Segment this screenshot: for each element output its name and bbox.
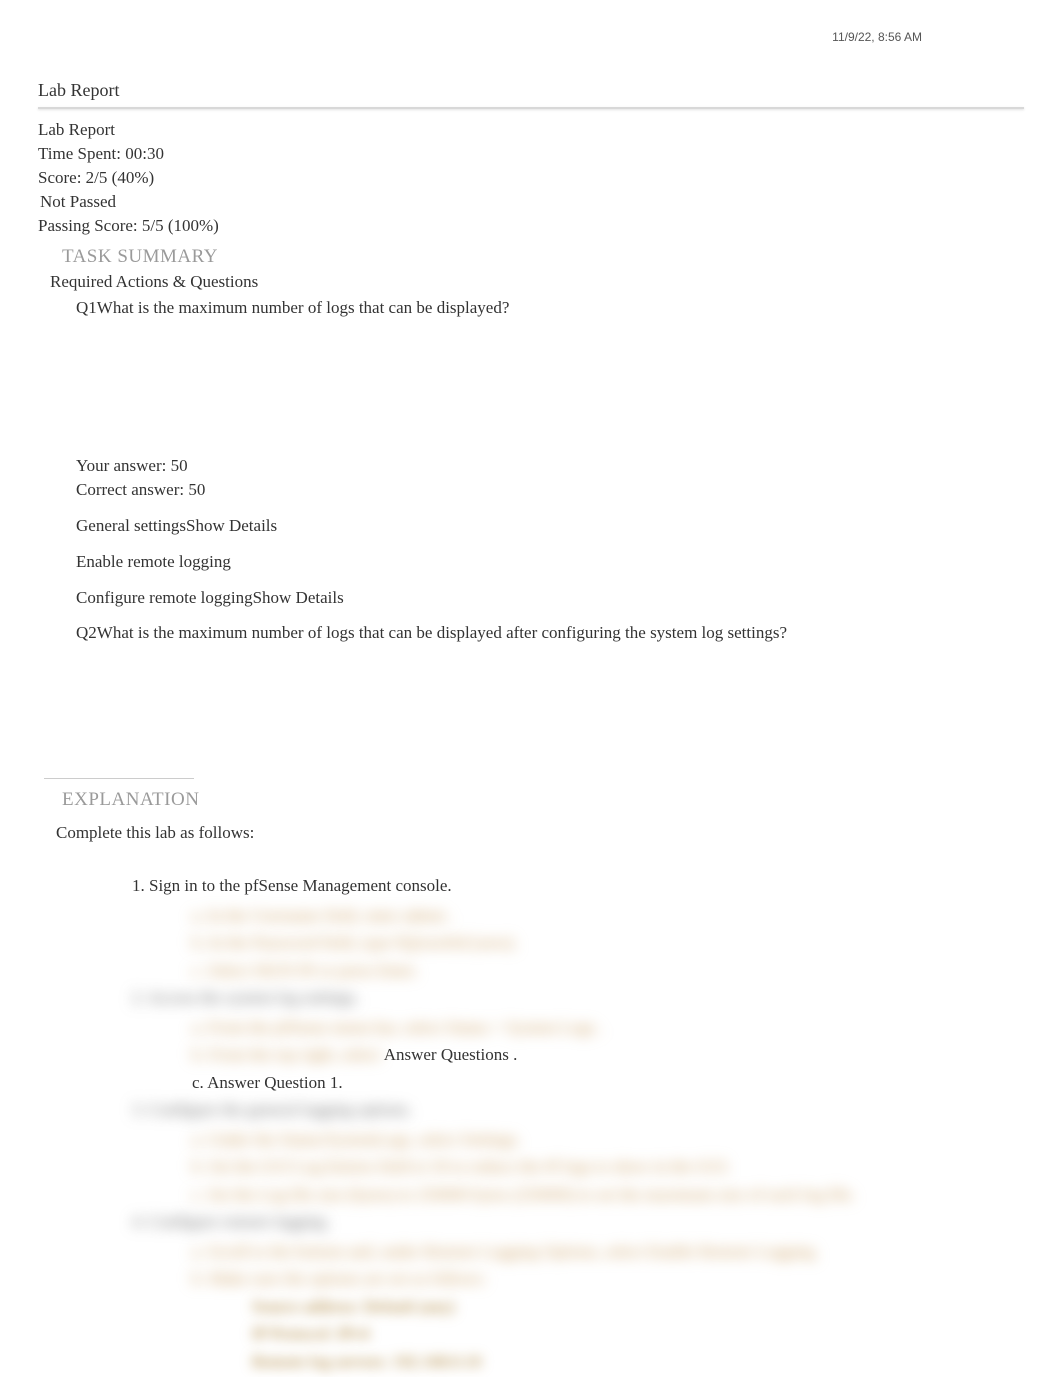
explanation-header: EXPLANATION (62, 789, 1024, 811)
header-block: Lab Report Time Spent: 00:30 Score: 2/5 … (38, 119, 1024, 238)
task-summary-header: TASK SUMMARY (62, 246, 1024, 268)
step-4: 4. Configure remote logging. (132, 1209, 1024, 1235)
step-1: 1. Sign in to the pfSense Management con… (132, 873, 1024, 899)
q2-label: Q2 (76, 623, 97, 642)
step-4b1: Source address: Default (any) (252, 1294, 1024, 1320)
q1-correct-answer: Correct answer: 50 (76, 478, 1024, 502)
q2-text: What is the maximum number of logs that … (97, 623, 787, 642)
explanation-intro: Complete this lab as follows: (56, 823, 1024, 843)
q1-answers: Your answer: 50 Correct answer: 50 (76, 454, 1024, 502)
enable-remote-row: Enable remote logging (76, 550, 1024, 574)
question-list: Q1What is the maximum number of logs tha… (76, 296, 1024, 761)
step-3c: c. Set the Log file size (bytes) to 2500… (192, 1182, 1024, 1208)
step-3b: b. Set the GUI Log Entries field to 50 t… (192, 1154, 1024, 1180)
step-1-num: 1. (132, 876, 145, 895)
not-passed: Not Passed (38, 191, 1024, 214)
step-3: 3. Configure the general logging options… (132, 1097, 1024, 1123)
page-title: Lab Report (38, 80, 1024, 101)
step-4b2: IP Protocol: IPv4 (252, 1321, 1024, 1347)
question-2: Q2What is the maximum number of logs tha… (76, 621, 1024, 645)
step-4b: b. Make sure the options are set as foll… (192, 1266, 1024, 1292)
general-settings-label: General settings (76, 516, 186, 535)
step-2: 2. Access the system log settings. (132, 985, 1024, 1011)
q1-label: Q1 (76, 298, 97, 317)
required-actions-header: Required Actions & Questions (50, 272, 1024, 292)
question-1: Q1What is the maximum number of logs tha… (76, 296, 1024, 320)
steps-list: 1. Sign in to the pfSense Management con… (132, 873, 1024, 1374)
page-content: Lab Report Lab Report Time Spent: 00:30 … (0, 0, 1062, 1374)
step-2b-prefix: b. From the top right, select (192, 1045, 380, 1064)
show-details-link[interactable]: Show Details (186, 516, 277, 535)
q1-your-answer: Your answer: 50 (76, 454, 1024, 478)
explanation-divider (44, 778, 194, 779)
general-settings-row: General settingsShow Details (76, 514, 1024, 538)
score: Score: 2/5 (40%) (38, 167, 1024, 190)
step-3a: a. Under the Status/SystemLogs, select S… (192, 1127, 1024, 1153)
step-2b-suffix: . (513, 1045, 517, 1064)
timestamp: 11/9/22, 8:56 AM (832, 30, 922, 44)
step-2b: b. From the top right, select Answer Que… (192, 1042, 1024, 1068)
step-4a: a. Scroll to the bottom and, under Remot… (192, 1239, 1024, 1265)
step-2c: c. Answer Question 1. (192, 1070, 1024, 1096)
step-4b3: Remote log servers: 192.168.0.10 (252, 1349, 1024, 1375)
step-1c: c. Select SIGN IN or press Enter. (192, 958, 1024, 984)
configure-remote-label: Configure remote logging (76, 588, 253, 607)
configure-remote-row: Configure remote loggingShow Details (76, 586, 1024, 610)
spacer-2 (76, 645, 1024, 760)
passing-score: Passing Score: 5/5 (100%) (38, 215, 1024, 238)
step-1-text: Sign in to the pfSense Management consol… (149, 876, 452, 895)
report-label: Lab Report (38, 119, 1024, 142)
step-1a: a. In the Username field, enter admin . (192, 903, 1024, 929)
title-divider (38, 107, 1024, 109)
q1-text: What is the maximum number of logs that … (97, 298, 510, 317)
enable-remote-label: Enable remote logging (76, 552, 231, 571)
step-2a: a. From the pfSense menu bar, select Sta… (192, 1015, 1024, 1041)
time-spent: Time Spent: 00:30 (38, 143, 1024, 166)
step-2b-answer: Answer Questions (384, 1045, 509, 1064)
show-details-link-2[interactable]: Show Details (253, 588, 344, 607)
spacer (76, 319, 1024, 454)
step-1b: b. In the Password field, type P@ssw0rd … (192, 930, 1024, 956)
